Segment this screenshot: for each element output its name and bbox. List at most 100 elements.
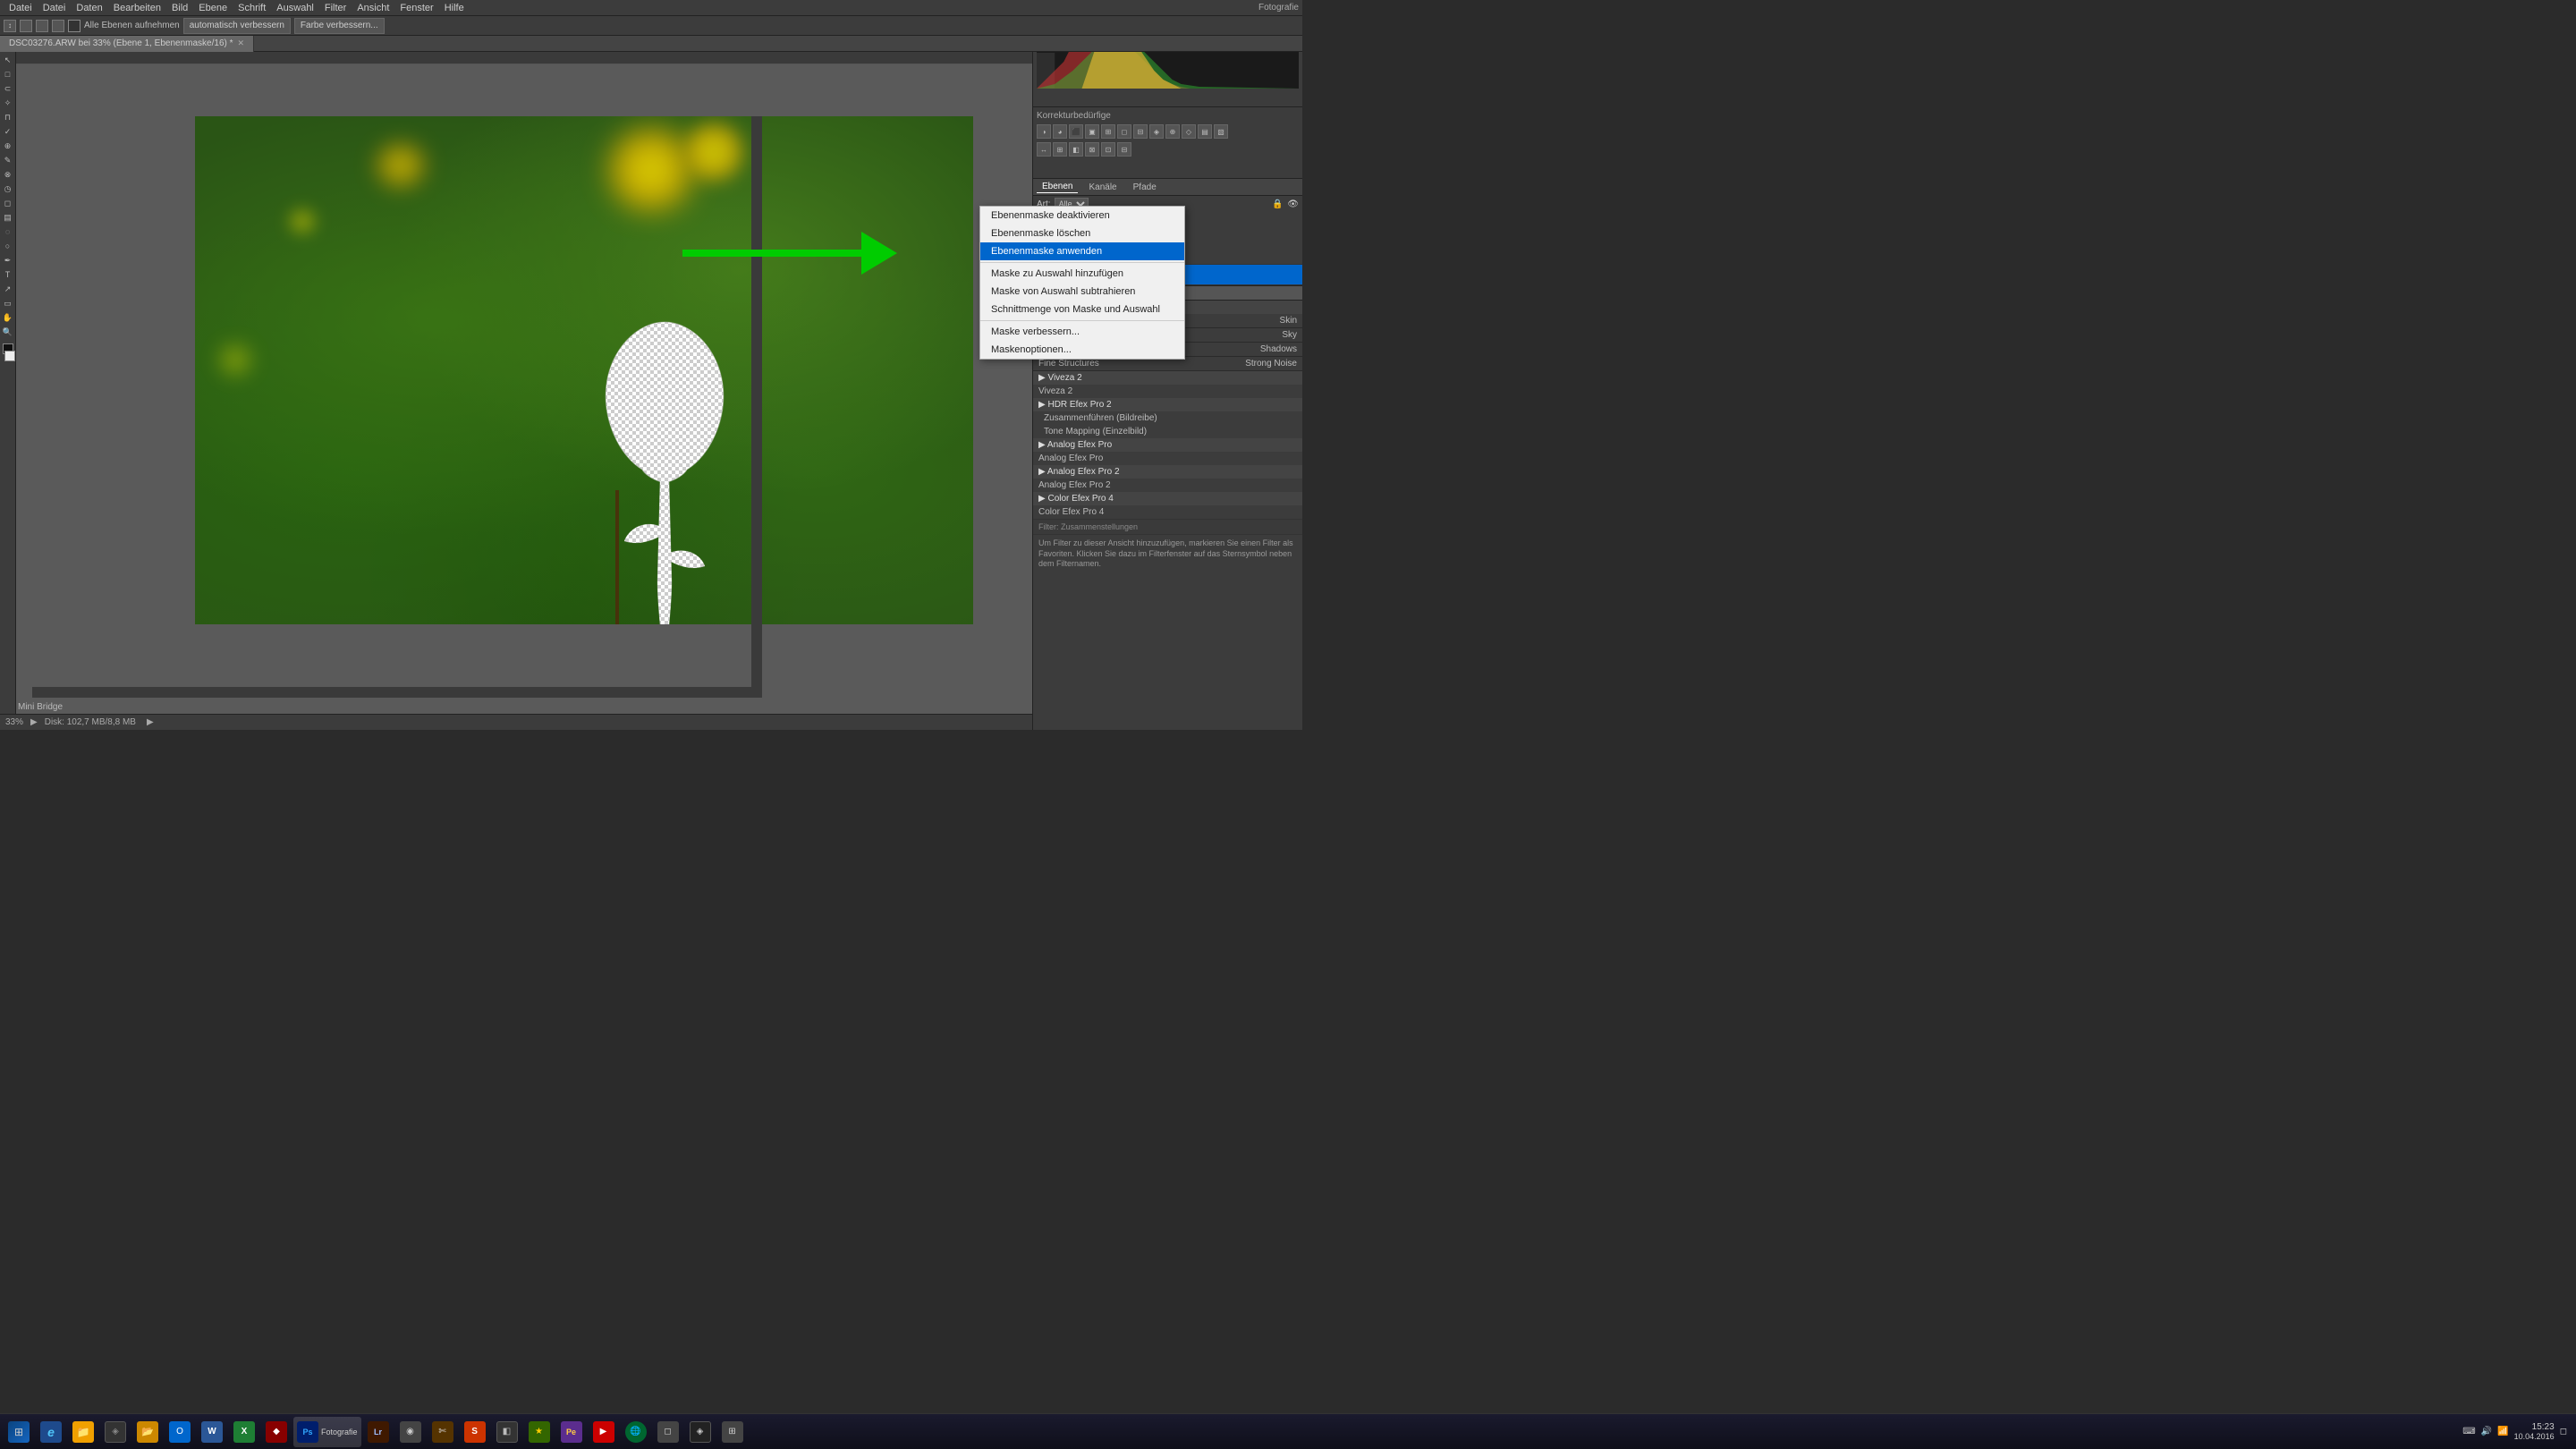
menu-item-bild[interactable]: Bild <box>166 3 193 13</box>
tool-pen[interactable]: ✒ <box>2 254 14 267</box>
background-color[interactable] <box>4 351 15 361</box>
excel-button[interactable]: X <box>229 1417 259 1447</box>
file-explorer-button[interactable]: 📁 <box>68 1417 98 1447</box>
corr-icon-10[interactable]: ◇ <box>1182 124 1196 139</box>
corr-icon-13[interactable]: ↔ <box>1037 142 1051 157</box>
menu-item-ansicht[interactable]: Ansicht <box>352 3 394 13</box>
menu-item-datei[interactable]: Datei <box>38 3 72 13</box>
corr-icon-14[interactable]: ⊞ <box>1053 142 1067 157</box>
status-arrow[interactable]: ▶ <box>147 717 154 727</box>
scroll-right[interactable] <box>751 116 762 698</box>
taskbar-app-3[interactable]: ◆ <box>261 1417 292 1447</box>
tool-path-select[interactable]: ↗ <box>2 283 14 295</box>
corr-icon-3[interactable]: ⬛ <box>1069 124 1083 139</box>
corr-icon-6[interactable]: ◻ <box>1117 124 1131 139</box>
tab-close-btn[interactable]: ✕ <box>238 38 245 48</box>
tool-marquee[interactable]: □ <box>2 68 14 80</box>
tool-gradient[interactable]: ▤ <box>2 211 14 224</box>
start-button[interactable]: ⊞ <box>4 1417 34 1447</box>
corr-icon-2[interactable]: ◕ <box>1053 124 1067 139</box>
layer-visibility-icon[interactable]: 👁 <box>1287 199 1299 209</box>
tool-eraser[interactable]: ◻ <box>2 197 14 209</box>
sel-color-header[interactable]: ▶ Color Efex Pro 4 <box>1033 492 1302 505</box>
tool-hand[interactable]: ✋ <box>2 311 14 324</box>
toolbar-auto-improve[interactable]: automatisch verbessern <box>183 18 291 34</box>
sel-hdr-header[interactable]: ▶ HDR Efex Pro 2 <box>1033 398 1302 411</box>
word-button[interactable]: W <box>197 1417 227 1447</box>
sketch-button[interactable]: S <box>460 1417 490 1447</box>
corr-icon-18[interactable]: ⊟ <box>1117 142 1131 157</box>
tool-brush[interactable] <box>20 20 32 32</box>
ctx-add-to-selection[interactable]: Maske zu Auswahl hinzufügen <box>980 265 1184 283</box>
tool-dodge[interactable]: ○ <box>2 240 14 252</box>
tool-move[interactable]: ↖ <box>2 54 14 66</box>
sel-hdr-item2[interactable]: Tone Mapping (Einzelbild) <box>1033 425 1302 438</box>
menu-item-auswahl[interactable]: Auswahl <box>271 3 319 13</box>
corr-icon-1[interactable]: ◑ <box>1037 124 1051 139</box>
zoom-arrow[interactable]: ▶ <box>30 717 38 727</box>
taskbar-app-8[interactable]: ◻ <box>653 1417 683 1447</box>
layers-tab-kanaele[interactable]: Kanäle <box>1083 182 1122 193</box>
corr-icon-5[interactable]: ⊞ <box>1101 124 1115 139</box>
corr-icon-16[interactable]: ⊠ <box>1085 142 1099 157</box>
tool-eyedropper[interactable]: ✓ <box>2 125 14 138</box>
corr-icon-12[interactable]: ▧ <box>1214 124 1228 139</box>
ctx-apply-mask[interactable]: Ebenenmaske anwenden <box>980 242 1184 260</box>
tool-shape[interactable]: ▭ <box>2 297 14 309</box>
taskbar-app-6[interactable]: ◧ <box>492 1417 522 1447</box>
corr-icon-7[interactable]: ⊟ <box>1133 124 1148 139</box>
menu-item-hilfe[interactable]: Hilfe <box>439 3 470 13</box>
clock[interactable]: 15:23 10.04.2016 <box>2514 1422 2555 1441</box>
ctx-mask-options[interactable]: Maskenoptionen... <box>980 341 1184 359</box>
ctx-refine-mask[interactable]: Maske verbessern... <box>980 323 1184 341</box>
taskbar-app-10[interactable]: ⊞ <box>717 1417 748 1447</box>
corr-icon-11[interactable]: ▤ <box>1198 124 1212 139</box>
sel-analog-header[interactable]: ▶ Analog Efex Pro <box>1033 438 1302 452</box>
document-tab[interactable]: DSC03276.ARW bei 33% (Ebene 1, Ebenenmas… <box>0 36 254 52</box>
corr-icon-4[interactable]: ▣ <box>1085 124 1099 139</box>
sel-viveza2-header[interactable]: ▶ Viveza 2 <box>1033 371 1302 385</box>
corr-icon-9[interactable]: ⊕ <box>1165 124 1180 139</box>
menu-item-filter[interactable]: Filter <box>319 3 352 13</box>
taskbar-app-2[interactable]: 📂 <box>132 1417 163 1447</box>
tool-select[interactable]: ↕ <box>4 20 16 32</box>
ctx-delete-mask[interactable]: Ebenenmaske löschen <box>980 225 1184 242</box>
menu-item-schrift[interactable]: Schrift <box>233 3 271 13</box>
taskbar-app-7[interactable]: ★ <box>524 1417 555 1447</box>
corr-icon-8[interactable]: ◈ <box>1149 124 1164 139</box>
tray-notification[interactable]: ◻ <box>2560 1427 2567 1436</box>
ctx-subtract-from-selection[interactable]: Maske von Auswahl subtrahieren <box>980 283 1184 301</box>
tool-blur[interactable]: ◌ <box>2 225 14 238</box>
tool-text[interactable]: T <box>2 268 14 281</box>
menu-item-daten[interactable]: Daten <box>71 3 107 13</box>
toolbar-color-improve[interactable]: Farbe verbessern... <box>294 18 385 34</box>
layers-tab-ebenen[interactable]: Ebenen <box>1037 181 1078 193</box>
ie-button[interactable]: e <box>36 1417 66 1447</box>
tool-history[interactable]: ◷ <box>2 182 14 195</box>
tool-clone[interactable]: ⊗ <box>2 168 14 181</box>
lightroom-button[interactable]: Lr <box>363 1417 394 1447</box>
corr-icon-17[interactable]: ⊡ <box>1101 142 1115 157</box>
tool-crop[interactable]: ⊓ <box>2 111 14 123</box>
tool-magic-wand[interactable]: ✧ <box>2 97 14 109</box>
layers-tab-pfade[interactable]: Pfade <box>1128 182 1162 193</box>
tool-zoom[interactable]: 🔍 <box>2 326 14 338</box>
taskbar-app-4[interactable]: ◉ <box>395 1417 426 1447</box>
sel-hdr-item1[interactable]: Zusammenführen (Bildreibe) <box>1033 411 1302 425</box>
pse-button[interactable]: Pe <box>556 1417 587 1447</box>
outlook-button[interactable]: O <box>165 1417 195 1447</box>
browser-button[interactable]: 🌐 <box>621 1417 651 1447</box>
menu-item-fenster[interactable]: Fenster <box>394 3 438 13</box>
tool-heal[interactable]: ⊕ <box>2 140 14 152</box>
tool-3[interactable] <box>36 20 48 32</box>
video-button[interactable]: ▶ <box>589 1417 619 1447</box>
tool-brush2[interactable]: ✎ <box>2 154 14 166</box>
menu-item-datei[interactable]: Datei <box>4 3 38 13</box>
photoshop-button[interactable]: Ps Fotografie <box>293 1417 361 1447</box>
tool-4[interactable] <box>52 20 64 32</box>
taskbar-app-1[interactable]: ◈ <box>100 1417 131 1447</box>
menu-item-ebene[interactable]: Ebene <box>193 3 233 13</box>
layer-lock-icon[interactable]: 🔒 <box>1272 199 1283 209</box>
taskbar-app-9[interactable]: ◈ <box>685 1417 716 1447</box>
corr-icon-15[interactable]: ◧ <box>1069 142 1083 157</box>
